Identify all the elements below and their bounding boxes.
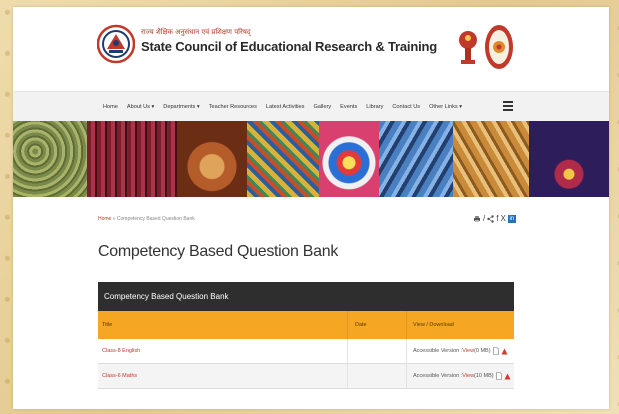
menu-icon[interactable] (503, 101, 513, 113)
share-bar: / f X in (473, 214, 516, 223)
hindi-title: राज्य शैक्षिक अनुसंधान एवं प्रशिक्षण परि… (141, 28, 251, 36)
nav-item-gallery[interactable]: Gallery (313, 104, 331, 110)
x-icon[interactable]: X (500, 214, 505, 223)
row-title-link[interactable]: Class-8 English (102, 348, 140, 354)
row-title-link[interactable]: Class-6 Maths (102, 373, 137, 379)
banner-art-1 (13, 121, 87, 197)
nav-item-latest-activities[interactable]: Latest Activities (266, 104, 305, 110)
file-size: (0 MB) (474, 348, 491, 354)
scert-logo[interactable] (97, 14, 135, 80)
banner-art-7 (453, 121, 529, 197)
file-size: (10 MB) (474, 373, 494, 379)
table-row: Class-8 English Accessible Version : Vie… (98, 339, 514, 364)
nav-item-other-links[interactable]: Other Links ▾ (429, 104, 462, 110)
site-header: राज्य शैक्षिक अनुसंधान एवं प्रशिक्षण परि… (13, 7, 609, 91)
nav-item-departments[interactable]: Departments ▾ (163, 104, 199, 110)
nav-item-about-us[interactable]: About Us ▾ (127, 104, 154, 110)
nav-item-library[interactable]: Library (366, 104, 383, 110)
table-row: Class-6 Maths Accessible Version : View … (98, 364, 514, 389)
banner-art-8 (529, 121, 609, 197)
print-icon[interactable] (473, 215, 481, 223)
breadcrumb-current: Competency Based Question Bank (116, 216, 195, 222)
accessible-version-label: Accessible Version : (413, 348, 463, 354)
share-separator: / (483, 214, 486, 223)
nav-item-events[interactable]: Events (340, 104, 357, 110)
banner-art-4 (247, 121, 319, 197)
nav-item-home[interactable]: Home (103, 104, 118, 110)
site-title[interactable]: State Council of Educational Research & … (141, 39, 437, 54)
government-seal-icon (485, 25, 513, 69)
banner-art-5 (319, 121, 379, 197)
document-icon[interactable] (492, 347, 499, 355)
view-link[interactable]: View (462, 373, 474, 379)
page: राज्य शैक्षिक अनुसंधान एवं प्रशिक्षण परि… (13, 7, 609, 409)
question-bank-table: Competency Based Question Bank Title Dat… (98, 282, 514, 389)
state-emblem-icon (459, 31, 477, 64)
page-title: Competency Based Question Bank (98, 243, 339, 260)
main-nav: Home About Us ▾ Departments ▾ Teacher Re… (13, 91, 609, 121)
column-view-download: View / Download (413, 322, 454, 328)
breadcrumb-home-link[interactable]: Home (98, 216, 111, 222)
breadcrumb: Home » Competency Based Question Bank (98, 216, 195, 222)
nav-item-contact-us[interactable]: Contact Us (392, 104, 420, 110)
banner-art-6 (379, 121, 453, 197)
banner-art-2 (87, 121, 177, 197)
column-date: Date (348, 311, 407, 339)
share-icon[interactable] (487, 214, 494, 223)
hero-banner (13, 121, 609, 197)
table-caption: Competency Based Question Bank (98, 282, 514, 311)
column-title: Title (98, 311, 348, 339)
view-link[interactable]: View (462, 348, 474, 354)
nav-item-teacher-resources[interactable]: Teacher Resources (209, 104, 257, 110)
pdf-icon[interactable] (504, 373, 511, 380)
document-icon[interactable] (495, 372, 502, 380)
pdf-icon[interactable] (501, 348, 508, 355)
facebook-icon[interactable]: f (496, 214, 498, 223)
linkedin-icon[interactable]: in (507, 214, 516, 223)
banner-art-3 (177, 121, 247, 197)
table-header: Title Date View / Download (98, 311, 514, 339)
accessible-version-label: Accessible Version : (413, 373, 463, 379)
